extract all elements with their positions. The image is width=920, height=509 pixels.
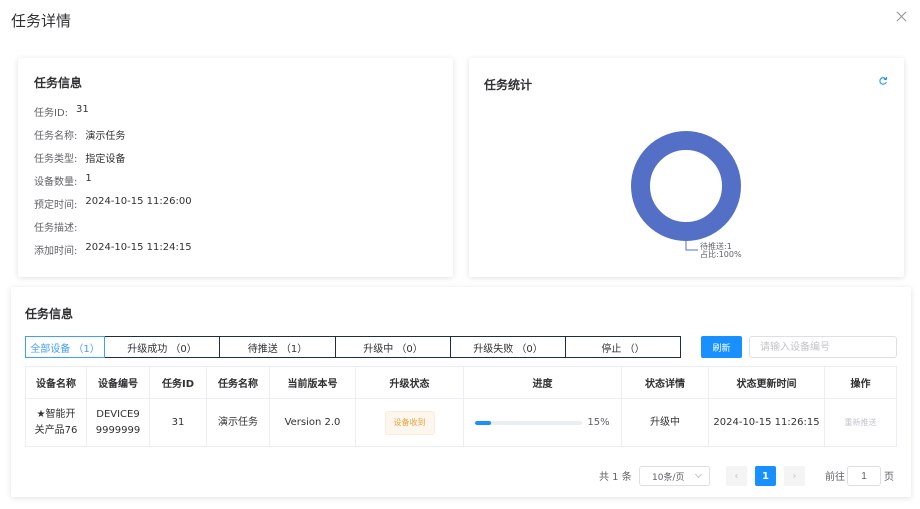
info-row-created-time: 添加时间: 2024-10-15 11:24:15 — [34, 242, 192, 257]
device-list-card: 任务信息 全部设备 （1） 升级成功 （0） 待推送 （1） 升级中 （0） 升… — [11, 287, 911, 497]
col-task-name: 任务名称 — [206, 366, 270, 399]
cell-progress: 15% — [463, 398, 622, 447]
col-progress: 进度 — [463, 366, 622, 399]
page-size-select[interactable]: 10条/页 — [639, 466, 710, 486]
info-row-task-type: 任务类型: 指定设备 — [34, 154, 126, 165]
col-status-updated: 状态更新时间 — [708, 366, 825, 399]
progress: 15% — [464, 415, 621, 431]
page-size-value: 10条/页 — [652, 472, 685, 483]
tab-upgrade-success[interactable]: 升级成功 （0） — [105, 336, 220, 358]
repush-button[interactable]: 重新推送 — [845, 418, 877, 427]
col-device-name: 设备名称 — [25, 366, 87, 399]
info-row-scheduled-time: 预定时间: 2024-10-15 11:26:00 — [34, 196, 192, 211]
info-row-device-count: 设备数量: 1 — [34, 173, 92, 188]
table-header-row: 设备名称 设备编号 任务ID 任务名称 当前版本号 升级状态 进度 状态详情 状… — [25, 366, 897, 399]
page-unit-label: 页 — [884, 472, 894, 483]
donut-chart — [631, 131, 741, 251]
tab-upgrading[interactable]: 升级中 （0） — [336, 336, 451, 358]
section-title: 任务信息 — [25, 307, 74, 321]
tab-all-devices[interactable]: 全部设备 （1） — [25, 336, 105, 358]
next-page-button[interactable]: › — [784, 466, 805, 486]
cell-actions: 重新推送 — [824, 398, 897, 447]
donut-label-percent: 占比:100% — [700, 250, 742, 259]
col-current-version: 当前版本号 — [269, 366, 356, 399]
cell-task-name: 演示任务 — [206, 398, 270, 447]
status-tabs: 全部设备 （1） 升级成功 （0） 待推送 （1） 升级中 （0） 升级失败 （… — [25, 336, 681, 358]
goto-label: 前往 — [825, 472, 845, 483]
cell-upgrade-status: 设备收到 — [355, 398, 464, 447]
tab-stopped[interactable]: 停止 （） — [566, 336, 681, 358]
dialog-title: 任务详情 — [11, 12, 72, 30]
tab-pending-push[interactable]: 待推送 （1） — [220, 336, 336, 358]
task-stats-card: 任务统计 待推送:1 占比:100% — [469, 58, 904, 277]
cell-status-updated: 2024-10-15 11:26:15 — [708, 398, 825, 447]
label-line — [685, 241, 698, 251]
col-task-id: 任务ID — [149, 366, 207, 399]
progress-fill — [475, 420, 492, 425]
donut-slice-pending — [631, 131, 741, 241]
info-row-task-id: 任务ID: 31 — [34, 104, 89, 119]
info-row-description: 任务描述: — [34, 223, 78, 234]
col-upgrade-status: 升级状态 — [355, 366, 464, 399]
status-badge: 设备收到 — [384, 410, 435, 435]
cell-task-id: 31 — [149, 398, 207, 447]
col-device-code: 设备编号 — [86, 366, 150, 399]
col-status-detail: 状态详情 — [621, 366, 709, 399]
cell-status-detail: 升级中 — [621, 398, 709, 447]
progress-text: 15% — [587, 416, 610, 428]
prev-page-button[interactable]: ‹ — [726, 466, 747, 486]
cell-device-name: ★智能开关产品76 — [25, 398, 87, 447]
progress-track — [475, 420, 583, 425]
info-row-task-name: 任务名称: 演示任务 — [34, 131, 126, 142]
task-info-card: 任务信息 任务ID: 31 任务名称: 演示任务 任务类型: 指定设备 设备数量: 1 … — [18, 58, 453, 277]
page-number-current[interactable]: 1 — [755, 466, 776, 486]
cell-version: Version 2.0 — [269, 398, 356, 447]
pagination-total: 共 1 条 — [599, 472, 632, 483]
chevron-down-icon — [694, 470, 703, 479]
col-actions: 操作 — [824, 366, 897, 399]
card-title: 任务信息 — [34, 76, 83, 90]
table-row: ★智能开关产品76 DEVICE99999999 31 演示任务 Version… — [25, 398, 897, 447]
cell-device-code: DEVICE99999999 — [86, 398, 150, 447]
refresh-button[interactable]: 刷新 — [701, 336, 742, 358]
tab-upgrade-failed[interactable]: 升级失败 （0） — [451, 336, 566, 358]
goto-page-input[interactable] — [847, 466, 881, 486]
close-icon[interactable] — [895, 10, 909, 24]
device-code-search-input[interactable] — [749, 336, 897, 358]
device-table: 设备名称 设备编号 任务ID 任务名称 当前版本号 升级状态 进度 状态详情 状… — [25, 366, 897, 447]
